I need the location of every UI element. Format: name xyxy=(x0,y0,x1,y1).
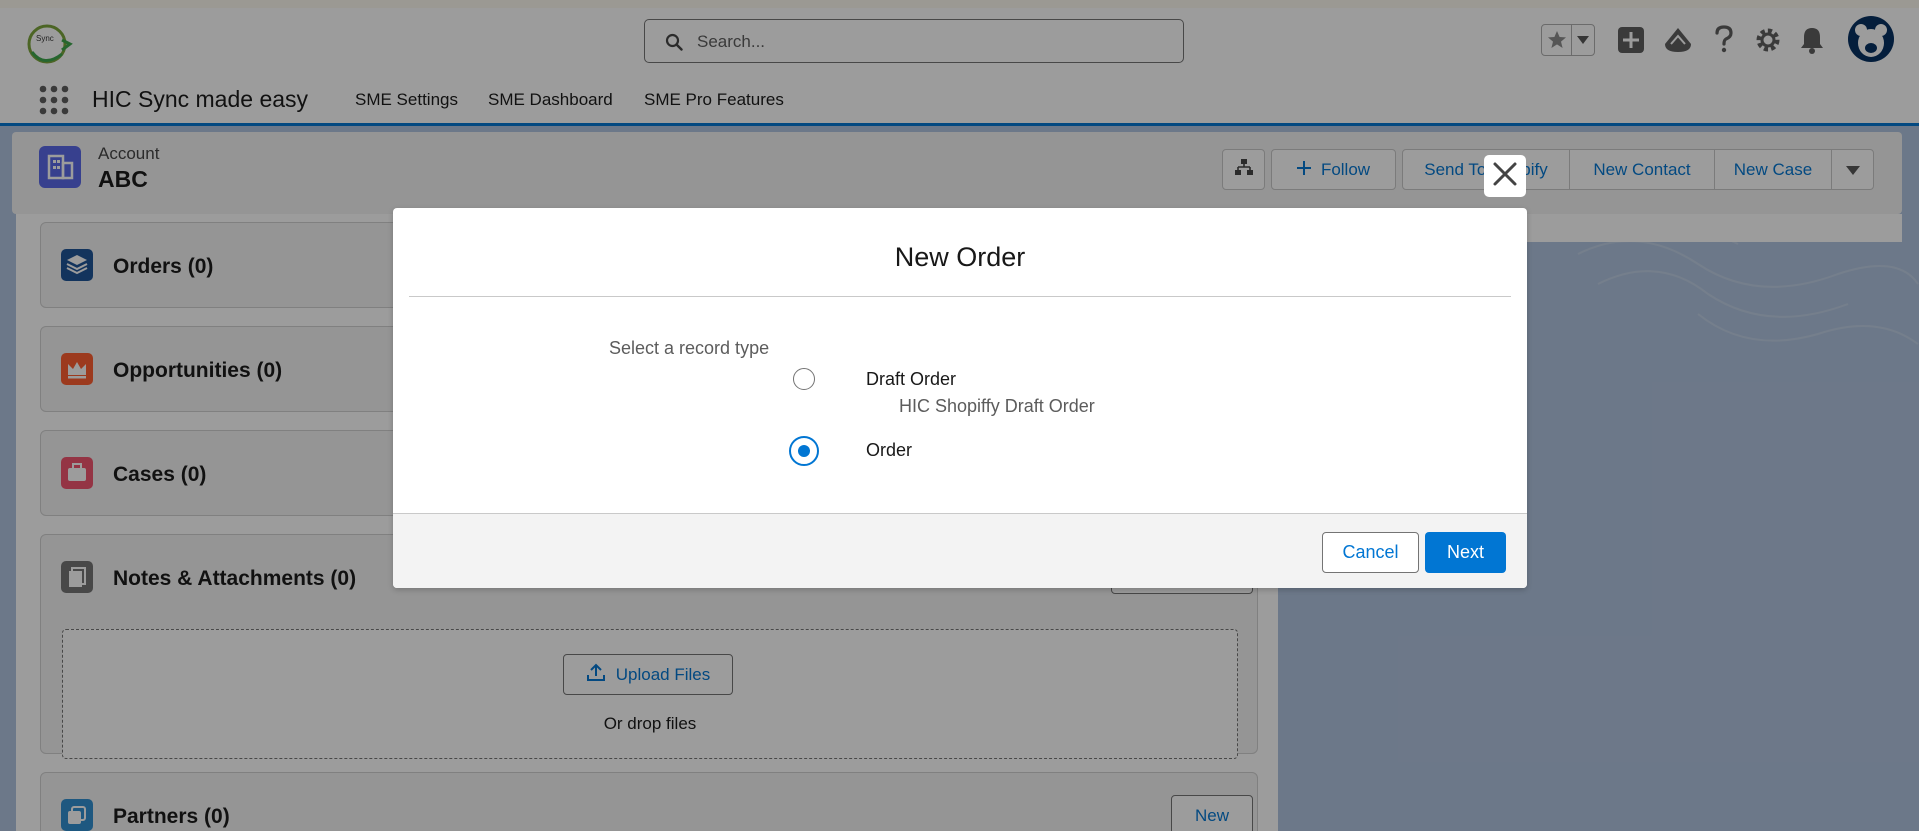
radio-order[interactable] xyxy=(789,436,819,466)
next-button[interactable]: Next xyxy=(1425,532,1506,573)
next-label: Next xyxy=(1446,542,1484,562)
cancel-label: Cancel xyxy=(1342,542,1399,562)
modal-footer: Cancel Next xyxy=(393,513,1527,588)
close-icon xyxy=(1492,161,1518,192)
modal-divider xyxy=(409,296,1511,297)
record-type-prompt: Select a record type xyxy=(609,338,770,358)
cancel-button[interactable]: Cancel xyxy=(1322,532,1419,573)
option-draft-order-description: HIC Shopiffy Draft Order xyxy=(899,396,1095,416)
modal-close-button[interactable] xyxy=(1484,155,1526,197)
new-order-modal: New Order Select a record type Draft Ord… xyxy=(393,208,1527,588)
option-draft-order-label[interactable]: Draft Order xyxy=(866,369,956,390)
option-order-label[interactable]: Order xyxy=(866,440,912,461)
radio-draft-order[interactable] xyxy=(793,368,815,390)
modal-title: New Order xyxy=(894,242,1026,272)
